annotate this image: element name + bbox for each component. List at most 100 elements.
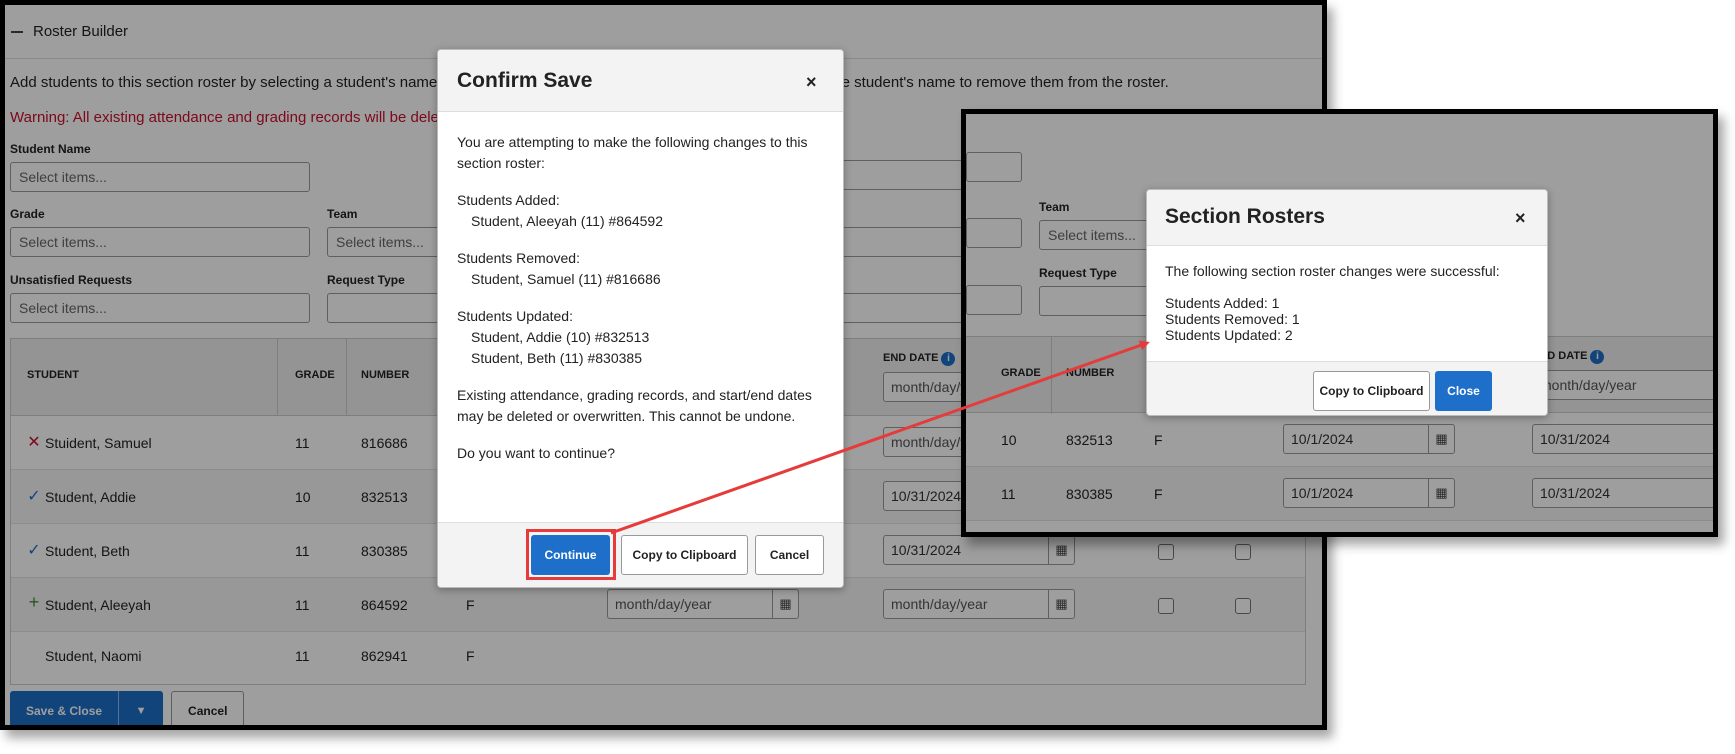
start-date-input[interactable]: 10/1/2024 ▦ bbox=[1283, 424, 1455, 454]
request-type-label: Request Type bbox=[1039, 266, 1117, 280]
row-checkbox[interactable] bbox=[1158, 598, 1174, 614]
info-icon[interactable]: i bbox=[1590, 350, 1605, 364]
student-gender: F bbox=[1154, 432, 1163, 448]
cancel-button[interactable]: Cancel bbox=[171, 691, 245, 725]
col-number[interactable]: NUMBER bbox=[1066, 367, 1114, 379]
col-end-date-label: END DATE bbox=[883, 352, 939, 364]
grade-label: Grade bbox=[10, 207, 45, 221]
added-count: Students Added: 1 bbox=[1165, 295, 1280, 311]
student-name: Student, Beth bbox=[45, 543, 130, 559]
end-date-input[interactable]: 10/31/2024 ▦ bbox=[883, 535, 1075, 565]
section-title: Roster Builder bbox=[33, 23, 129, 40]
calendar-icon[interactable]: ▦ bbox=[1428, 425, 1454, 453]
footer-actions: Save & Close ▼ Cancel bbox=[10, 691, 245, 725]
close-icon[interactable]: × bbox=[806, 72, 817, 93]
col-number[interactable]: NUMBER bbox=[361, 369, 409, 381]
table-row[interactable]: 10 832513 F 10/1/2024 ▦ 10/31/2024 bbox=[966, 413, 1713, 467]
chevron-down-icon[interactable]: ▼ bbox=[119, 705, 163, 717]
col-end-date[interactable]: END DATE i bbox=[883, 352, 956, 366]
student-grade: 11 bbox=[295, 435, 310, 451]
close-button[interactable]: Close bbox=[1435, 371, 1492, 411]
close-icon[interactable]: × bbox=[1515, 208, 1526, 229]
collapse-icon[interactable] bbox=[11, 30, 23, 33]
student-name-input[interactable]: Select items... bbox=[10, 162, 310, 192]
end-date-input[interactable]: month/day/year ▦ bbox=[883, 589, 1075, 619]
check-mark-icon: ✓ bbox=[27, 488, 41, 505]
student-number: 864592 bbox=[361, 597, 408, 613]
student-gender: F bbox=[466, 648, 475, 664]
add-mark-icon: + bbox=[28, 592, 40, 612]
end-date-value: 10/31/2024 bbox=[891, 542, 962, 558]
inset-page: Team Select items... Request Type GRADE … bbox=[966, 114, 1713, 532]
unsatisfied-requests-input[interactable]: Select items... bbox=[10, 293, 310, 323]
updated-item: Student, Beth (11) #830385 bbox=[471, 350, 642, 366]
row-checkbox[interactable] bbox=[1235, 544, 1251, 560]
start-date-value: 10/1/2024 bbox=[1291, 431, 1354, 447]
updated-label: Students Updated: bbox=[457, 308, 573, 324]
student-name: Student, Addie bbox=[45, 489, 137, 505]
added-item: Student, Aleeyah (11) #864592 bbox=[471, 213, 664, 229]
inset-window: Team Select items... Request Type GRADE … bbox=[961, 109, 1718, 537]
student-name: Student, Aleeyah bbox=[45, 597, 151, 613]
copy-to-clipboard-button[interactable]: Copy to Clipboard bbox=[621, 535, 748, 575]
info-icon[interactable]: i bbox=[941, 352, 956, 366]
grade-input[interactable]: Select items... bbox=[10, 227, 310, 257]
save-close-split-button[interactable]: Save & Close ▼ bbox=[10, 691, 164, 725]
student-number: 830385 bbox=[1066, 486, 1113, 502]
unsatisfied-requests-label: Unsatisfied Requests bbox=[10, 273, 133, 287]
col-divider bbox=[277, 339, 278, 416]
student-gender: F bbox=[1154, 486, 1163, 502]
removed-item: Student, Samuel (11) #816686 bbox=[471, 271, 661, 287]
student-name-label: Student Name bbox=[10, 142, 91, 156]
continue-question: Do you want to continue? bbox=[457, 445, 615, 461]
filter-input-cropped[interactable] bbox=[966, 152, 1022, 182]
student-number: 832513 bbox=[361, 489, 408, 505]
updated-item: Student, Addie (10) #832513 bbox=[471, 329, 650, 345]
filter-input-cropped[interactable] bbox=[966, 218, 1022, 248]
end-date-filter[interactable]: month/day/year bbox=[1532, 370, 1713, 400]
student-grade: 11 bbox=[295, 597, 310, 613]
row-checkbox[interactable] bbox=[1158, 544, 1174, 560]
start-date-value: month/day/year bbox=[615, 596, 712, 612]
start-date-value: 10/1/2024 bbox=[1291, 485, 1354, 501]
modal-header: Confirm Save × bbox=[438, 50, 843, 112]
calendar-icon[interactable]: ▦ bbox=[1428, 479, 1454, 507]
student-number: 830385 bbox=[361, 543, 408, 559]
added-label: Students Added: bbox=[457, 192, 560, 208]
table-row[interactable]: Student, Naomi 11 862941 F bbox=[11, 632, 1305, 684]
col-student[interactable]: STUDENT bbox=[27, 369, 79, 381]
end-date-input[interactable]: 10/31/2024 bbox=[1532, 424, 1713, 454]
modal-footer: Copy to Clipboard Close bbox=[1147, 361, 1547, 415]
student-gender: F bbox=[466, 597, 475, 613]
row-checkbox[interactable] bbox=[1235, 598, 1251, 614]
end-date-input[interactable]: 10/31/2024 bbox=[1532, 478, 1713, 508]
start-date-input[interactable]: 10/1/2024 ▦ bbox=[1283, 478, 1455, 508]
request-type-label: Request Type bbox=[327, 273, 405, 287]
student-name: Stuident, Samuel bbox=[45, 435, 152, 451]
success-message: The following section roster changes wer… bbox=[1165, 263, 1500, 279]
calendar-icon[interactable]: ▦ bbox=[772, 590, 798, 618]
student-number: 816686 bbox=[361, 435, 408, 451]
end-date-value: month/day/year bbox=[891, 596, 988, 612]
modal-header: Section Rosters × bbox=[1147, 190, 1547, 246]
col-grade[interactable]: GRADE bbox=[295, 369, 335, 381]
modal-footer: Continue Copy to Clipboard Cancel bbox=[438, 522, 843, 587]
table-row[interactable]: 11 830385 F 10/1/2024 ▦ 10/31/2024 bbox=[966, 467, 1713, 521]
check-mark-icon: ✓ bbox=[27, 542, 41, 559]
calendar-icon[interactable]: ▦ bbox=[1048, 536, 1074, 564]
updated-count: Students Updated: 2 bbox=[1165, 327, 1293, 343]
calendar-icon[interactable]: ▦ bbox=[1048, 590, 1074, 618]
col-grade[interactable]: GRADE bbox=[1001, 367, 1041, 379]
modal-title: Confirm Save bbox=[457, 69, 593, 92]
save-close-button[interactable]: Save & Close bbox=[10, 691, 120, 725]
student-grade: 11 bbox=[1001, 486, 1016, 502]
col-divider bbox=[1051, 337, 1052, 414]
filter-input-cropped[interactable] bbox=[966, 285, 1022, 315]
cancel-button[interactable]: Cancel bbox=[755, 535, 824, 575]
student-grade: 11 bbox=[295, 648, 310, 664]
col-divider bbox=[346, 339, 347, 416]
student-grade: 10 bbox=[1001, 432, 1017, 448]
start-date-input[interactable]: month/day/year ▦ bbox=[607, 589, 799, 619]
modal-title: Section Rosters bbox=[1165, 205, 1325, 228]
copy-to-clipboard-button[interactable]: Copy to Clipboard bbox=[1313, 371, 1430, 411]
